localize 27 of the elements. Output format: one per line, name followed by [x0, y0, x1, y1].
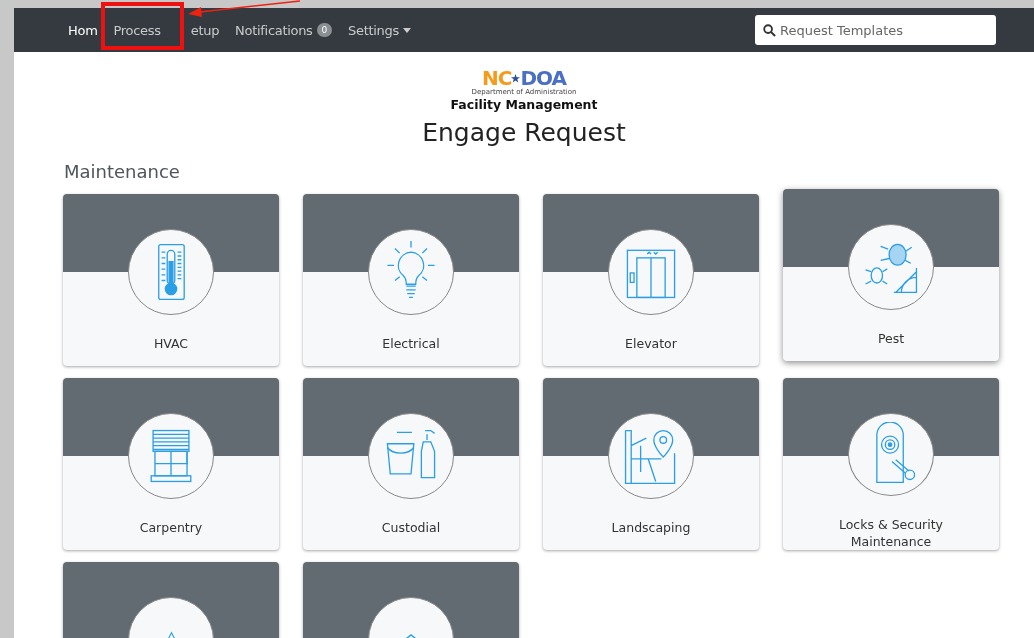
card-label: Locks & Security Maintenance	[837, 516, 944, 550]
card-label: Landscaping	[610, 519, 692, 536]
page-title: Engage Request	[422, 118, 626, 147]
category-card[interactable]: Locks & Security Maintenance	[783, 378, 999, 550]
card-label: HVAC	[152, 335, 190, 352]
category-card[interactable]: Landscaping	[543, 378, 759, 550]
category-card[interactable]: Carpentry	[63, 378, 279, 550]
category-card[interactable]: Electrical	[303, 194, 519, 366]
nav-link[interactable]: Notifications 0	[235, 16, 332, 44]
nav-link[interactable]: etup	[190, 16, 220, 44]
search-field[interactable]: Request Templates	[755, 15, 996, 45]
notification-count-badge: 0	[316, 23, 332, 37]
logo-subtitle: Facility Management	[450, 97, 598, 112]
section-heading: Maintenance	[64, 161, 180, 182]
card-label: Pest	[876, 330, 906, 347]
card-label: Electrical	[381, 335, 441, 352]
category-card[interactable]: Pest	[783, 189, 999, 361]
card-label: Elevator	[624, 335, 678, 352]
card-label: Custodial	[380, 519, 442, 536]
category-card[interactable]: HVAC	[63, 194, 279, 366]
search-icon	[763, 24, 776, 37]
nav-link[interactable]: Hom	[68, 16, 98, 44]
nav-link[interactable]: Process	[113, 16, 161, 44]
category-card[interactable]: Custodial	[303, 378, 519, 550]
card-label: Carpentry	[138, 519, 204, 536]
nav-link[interactable]: Settings	[348, 16, 411, 44]
category-card[interactable]: Elevator	[543, 194, 759, 366]
